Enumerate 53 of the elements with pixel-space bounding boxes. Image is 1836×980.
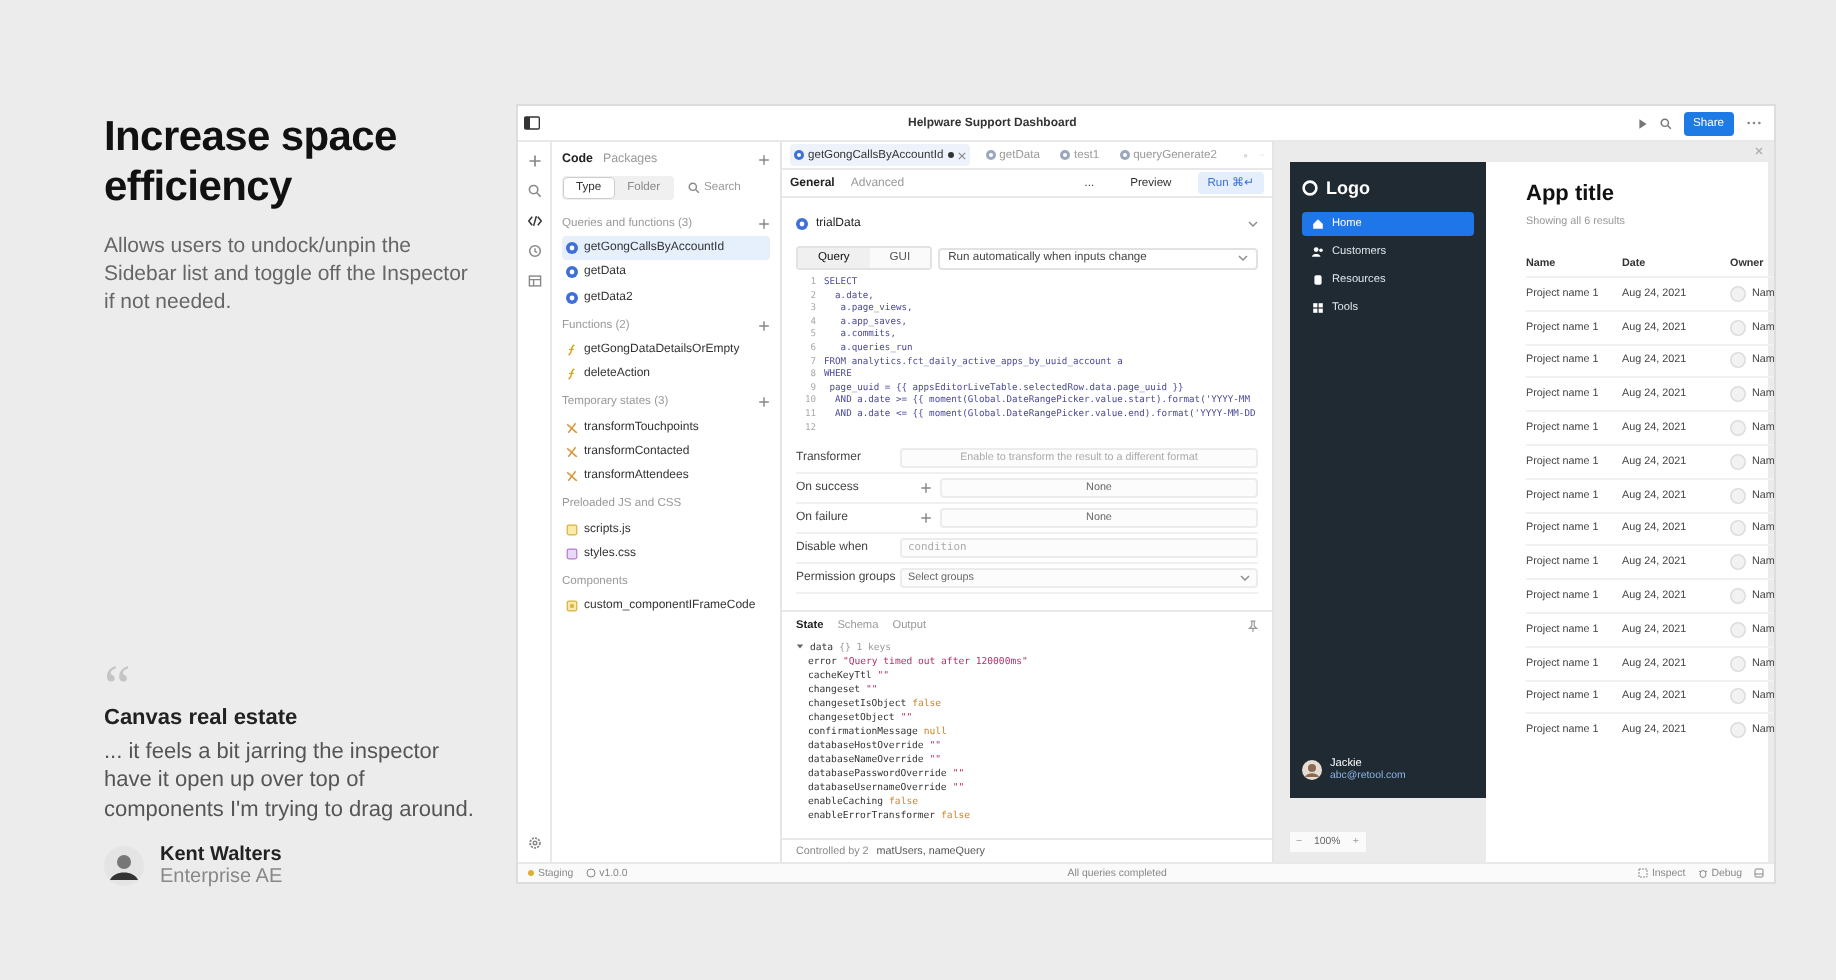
logo-text: Logo: [1326, 178, 1370, 198]
cross-icon: [566, 421, 578, 434]
table-icon[interactable]: [527, 274, 541, 288]
author-role: Enterprise AE: [160, 866, 283, 888]
add-icon[interactable]: [758, 319, 770, 332]
more-icon[interactable]: [1746, 120, 1762, 126]
description: Allows users to undock/unpin the Sidebar list and toggle off the Inspector if not needed.: [104, 232, 470, 316]
component-icon: [566, 600, 578, 613]
panel-icon[interactable]: [1754, 868, 1764, 878]
function-icon: [566, 344, 578, 357]
inspect-icon: [1637, 868, 1648, 878]
query-icon: [794, 150, 804, 160]
query-icon: [1059, 150, 1070, 160]
query-icon: [985, 150, 996, 160]
avatar-icon: [104, 846, 144, 886]
code-icon[interactable]: [527, 214, 541, 228]
close-icon[interactable]: [957, 151, 966, 159]
search-icon[interactable]: [1659, 117, 1672, 129]
headline: Increase space efficiency: [104, 112, 399, 212]
quote-title: Canvas real estate: [104, 705, 300, 729]
query-icon: [1119, 150, 1130, 160]
search-icon[interactable]: [688, 182, 701, 194]
search-icon[interactable]: [527, 184, 541, 198]
bug-icon: [1697, 868, 1708, 878]
logo-icon: [1302, 180, 1318, 196]
add-icon[interactable]: [920, 512, 932, 525]
chevron-icon: [1248, 219, 1258, 227]
quote-text: ... it feels a bit jarring the inspector have it open up over top of components I'm trying to drag around.: [104, 737, 476, 824]
history-icon[interactable]: [527, 244, 541, 258]
sidebar-toggle-icon[interactable]: [524, 116, 540, 130]
add-icon[interactable]: [758, 396, 770, 409]
cross-icon: [566, 445, 578, 458]
resource-icon: [796, 217, 808, 229]
play-icon[interactable]: [1637, 117, 1648, 129]
quote-mark: “: [104, 669, 131, 701]
app-title: App title: [1526, 182, 1616, 206]
collapse-icon[interactable]: [1754, 146, 1764, 156]
database-icon: [1312, 274, 1324, 286]
cross-icon: [566, 470, 578, 483]
add-icon[interactable]: [758, 153, 770, 165]
chevron-icon: [1238, 254, 1248, 262]
home-icon: [1312, 218, 1324, 230]
plus-icon[interactable]: [527, 154, 541, 168]
function-icon: [566, 368, 578, 381]
chevron-icon: [1240, 574, 1250, 583]
add-icon[interactable]: [758, 218, 770, 230]
settings-icon[interactable]: [527, 836, 541, 850]
author-name: Kent Walters: [160, 844, 283, 866]
pin-icon[interactable]: [1248, 619, 1258, 632]
people-icon: [1312, 246, 1324, 258]
add-icon[interactable]: [920, 482, 932, 495]
grid-icon: [1312, 302, 1324, 314]
avatar-icon: [1302, 760, 1322, 780]
